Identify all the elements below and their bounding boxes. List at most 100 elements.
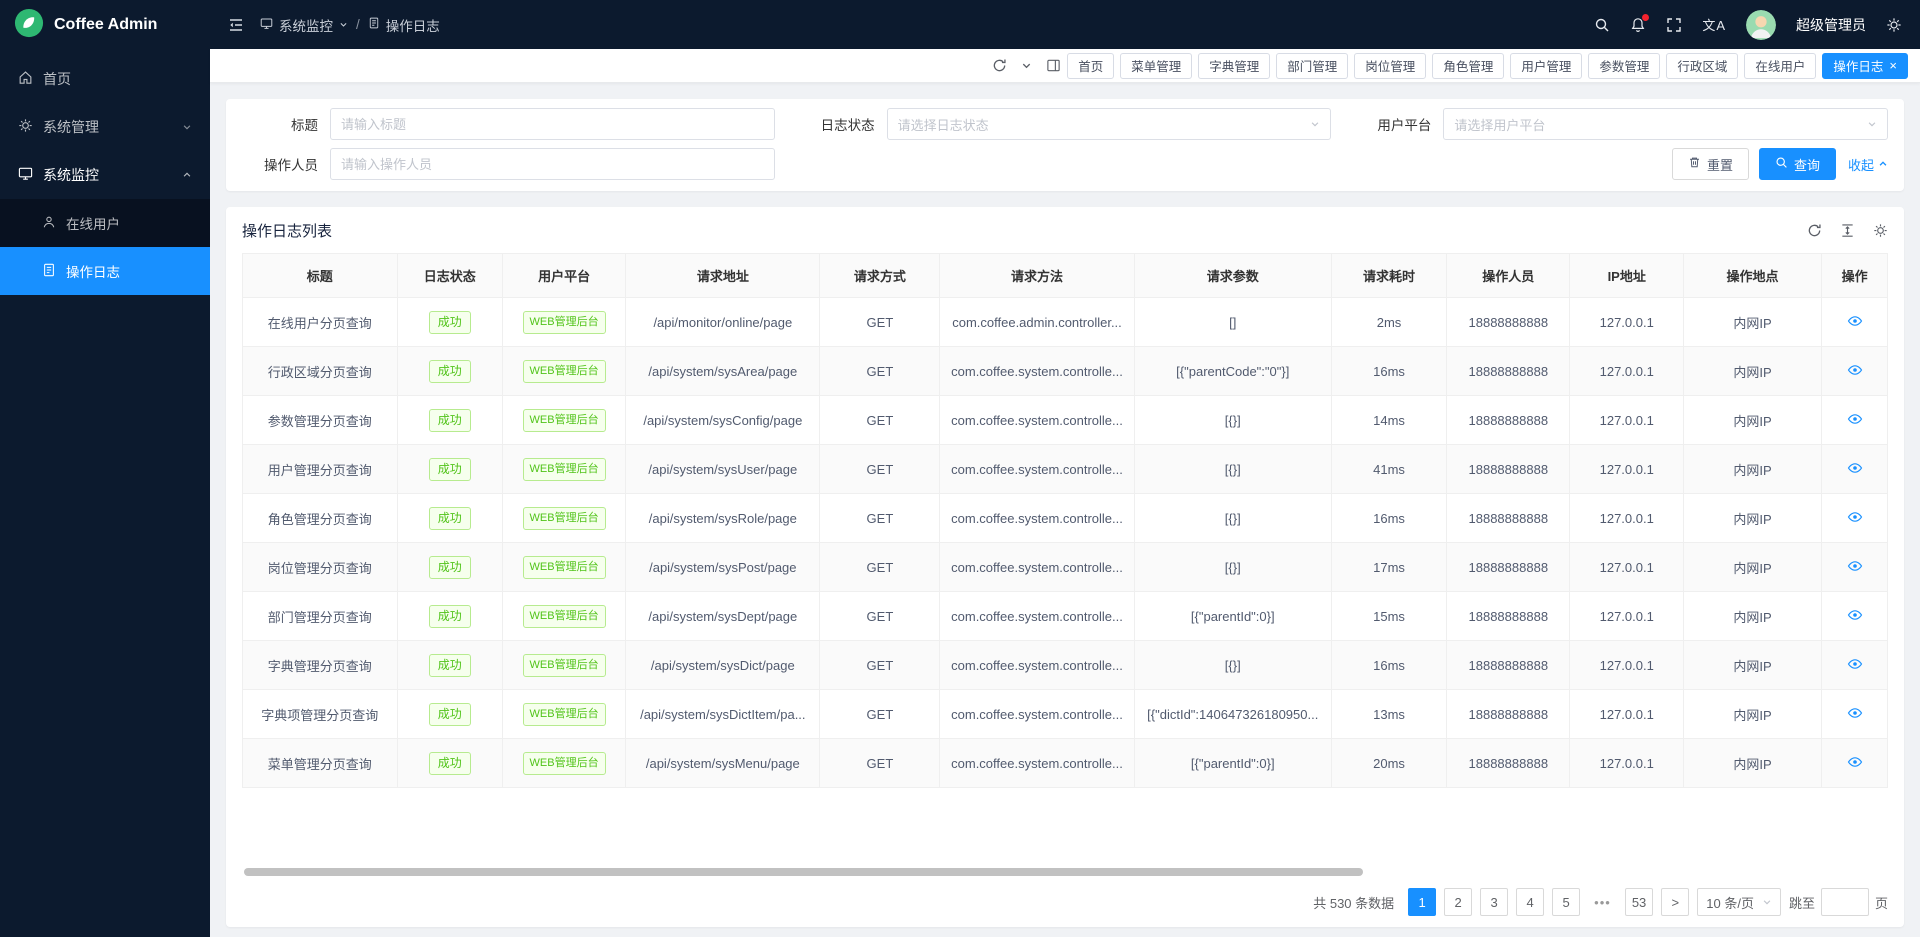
cell-actions bbox=[1822, 347, 1888, 396]
refresh-icon[interactable] bbox=[992, 58, 1007, 73]
cell-ip: 127.0.0.1 bbox=[1570, 739, 1684, 788]
view-detail-eye-icon[interactable] bbox=[1847, 656, 1863, 672]
sidebar-item-system-monitor[interactable]: 系统监控 bbox=[0, 151, 210, 199]
breadcrumb-item-monitor[interactable]: 系统监控 bbox=[260, 15, 348, 35]
user-icon bbox=[42, 215, 56, 232]
avatar[interactable] bbox=[1746, 10, 1776, 40]
view-detail-eye-icon[interactable] bbox=[1847, 754, 1863, 770]
sidebar-item-operation-log[interactable]: 操作日志 bbox=[0, 247, 210, 295]
cell-request-handler: com.coffee.system.controlle... bbox=[940, 543, 1134, 592]
page-tab[interactable]: 参数管理 × bbox=[1588, 53, 1660, 79]
view-detail-eye-icon[interactable] bbox=[1847, 558, 1863, 574]
view-detail-eye-icon[interactable] bbox=[1847, 313, 1863, 329]
column-header: IP地址 bbox=[1570, 254, 1684, 298]
page-tab[interactable]: 岗位管理 × bbox=[1354, 53, 1426, 79]
cell-request-method: GET bbox=[820, 494, 940, 543]
search-icon[interactable] bbox=[1594, 17, 1610, 33]
cell-operator: 18888888888 bbox=[1447, 396, 1570, 445]
cell-request-handler: com.coffee.system.controlle... bbox=[940, 494, 1134, 543]
settings-gear-icon[interactable] bbox=[1886, 17, 1902, 33]
next-page-button[interactable]: > bbox=[1661, 888, 1689, 916]
refresh-icon[interactable] bbox=[1807, 223, 1822, 238]
page-number-button[interactable]: 5 bbox=[1552, 888, 1580, 916]
page-tab[interactable]: 首页 × bbox=[1067, 53, 1114, 79]
column-settings-gear-icon[interactable] bbox=[1873, 223, 1888, 238]
log-status-select[interactable]: 请选择日志状态 bbox=[887, 108, 1332, 140]
view-detail-eye-icon[interactable] bbox=[1847, 460, 1863, 476]
page-tab[interactable]: 行政区域 × bbox=[1666, 53, 1738, 79]
reset-button[interactable]: 重置 bbox=[1672, 148, 1749, 180]
home-icon bbox=[18, 70, 33, 88]
language-switch-icon[interactable]: 文A bbox=[1702, 15, 1726, 34]
view-detail-eye-icon[interactable] bbox=[1847, 362, 1863, 378]
page-size-select[interactable]: 10 条/页 bbox=[1697, 888, 1781, 916]
page-number-button[interactable]: 2 bbox=[1444, 888, 1472, 916]
cell-ip: 127.0.0.1 bbox=[1570, 494, 1684, 543]
tab-options-chevron-icon[interactable] bbox=[1021, 60, 1032, 71]
layout-panel-icon[interactable] bbox=[1046, 58, 1061, 73]
cell-platform: WEB管理后台 bbox=[502, 396, 625, 445]
horizontal-scrollbar-thumb[interactable] bbox=[244, 868, 1363, 876]
cell-operator: 18888888888 bbox=[1447, 543, 1570, 592]
sidebar-item-online-users[interactable]: 在线用户 bbox=[0, 199, 210, 247]
page-number-button[interactable]: 4 bbox=[1516, 888, 1544, 916]
cell-operator: 18888888888 bbox=[1447, 445, 1570, 494]
page-number-button[interactable]: 1 bbox=[1408, 888, 1436, 916]
cell-location: 内网IP bbox=[1683, 445, 1821, 494]
page-tab[interactable]: 字典管理 × bbox=[1198, 53, 1270, 79]
cell-platform: WEB管理后台 bbox=[502, 347, 625, 396]
cell-status: 成功 bbox=[397, 690, 502, 739]
tab-close-icon[interactable]: × bbox=[1889, 59, 1897, 72]
view-detail-eye-icon[interactable] bbox=[1847, 705, 1863, 721]
column-header: 标题 bbox=[243, 254, 398, 298]
cell-operator: 18888888888 bbox=[1447, 739, 1570, 788]
cell-duration: 2ms bbox=[1331, 298, 1446, 347]
page-number-button[interactable]: 53 bbox=[1625, 888, 1653, 916]
horizontal-scrollbar bbox=[242, 867, 1888, 877]
sidebar-item-system-management[interactable]: 系统管理 bbox=[0, 103, 210, 151]
sidebar-item-home[interactable]: 首页 bbox=[0, 55, 210, 103]
cell-request-url: /api/system/sysDictItem/pa... bbox=[626, 690, 820, 739]
query-button[interactable]: 查询 bbox=[1759, 148, 1836, 180]
tab-label: 用户管理 bbox=[1521, 56, 1571, 75]
cell-operator: 18888888888 bbox=[1447, 592, 1570, 641]
user-platform-select[interactable]: 请选择用户平台 bbox=[1443, 108, 1888, 140]
platform-badge: WEB管理后台 bbox=[523, 703, 606, 726]
page-tab[interactable]: 部门管理 × bbox=[1276, 53, 1348, 79]
row-height-icon[interactable] bbox=[1840, 223, 1855, 238]
fullscreen-icon[interactable] bbox=[1666, 17, 1682, 33]
tab-label: 部门管理 bbox=[1287, 56, 1337, 75]
tab-label: 字典管理 bbox=[1209, 56, 1259, 75]
page-number-button[interactable]: 3 bbox=[1480, 888, 1508, 916]
collapse-filter-link[interactable]: 收起 bbox=[1848, 155, 1888, 174]
page-tab[interactable]: 用户管理 × bbox=[1510, 53, 1582, 79]
page-tab[interactable]: 菜单管理 × bbox=[1120, 53, 1192, 79]
table-row: 行政区域分页查询 成功 WEB管理后台 /api/system/sysArea/… bbox=[243, 347, 1888, 396]
breadcrumb-item-operation-log[interactable]: 操作日志 bbox=[368, 15, 440, 35]
status-badge: 成功 bbox=[429, 752, 471, 775]
cell-request-url: /api/system/sysPost/page bbox=[626, 543, 820, 592]
cell-duration: 16ms bbox=[1331, 347, 1446, 396]
view-detail-eye-icon[interactable] bbox=[1847, 411, 1863, 427]
current-user-name[interactable]: 超级管理员 bbox=[1796, 15, 1866, 35]
page-number-button[interactable]: ••• bbox=[1588, 888, 1617, 916]
view-detail-eye-icon[interactable] bbox=[1847, 607, 1863, 623]
cell-operator: 18888888888 bbox=[1447, 494, 1570, 543]
logo-leaf-icon bbox=[14, 8, 44, 41]
table-row: 岗位管理分页查询 成功 WEB管理后台 /api/system/sysPost/… bbox=[243, 543, 1888, 592]
view-detail-eye-icon[interactable] bbox=[1847, 509, 1863, 525]
title-input[interactable] bbox=[330, 108, 775, 140]
operator-input[interactable] bbox=[330, 148, 775, 180]
chevron-down-icon bbox=[1310, 117, 1320, 132]
cell-actions bbox=[1822, 641, 1888, 690]
cell-request-url: /api/system/sysRole/page bbox=[626, 494, 820, 543]
table-body: 在线用户分页查询 成功 WEB管理后台 /api/monitor/online/… bbox=[243, 298, 1888, 788]
sidebar-collapse-icon[interactable] bbox=[228, 17, 244, 33]
page-tab[interactable]: 角色管理 × bbox=[1432, 53, 1504, 79]
jump-page-input[interactable] bbox=[1821, 888, 1869, 916]
notification-bell-icon[interactable] bbox=[1630, 17, 1646, 33]
status-badge: 成功 bbox=[429, 409, 471, 432]
page-tab[interactable]: 在线用户 × bbox=[1744, 53, 1816, 79]
page-tab[interactable]: 操作日志 × bbox=[1822, 53, 1908, 79]
cell-ip: 127.0.0.1 bbox=[1570, 690, 1684, 739]
